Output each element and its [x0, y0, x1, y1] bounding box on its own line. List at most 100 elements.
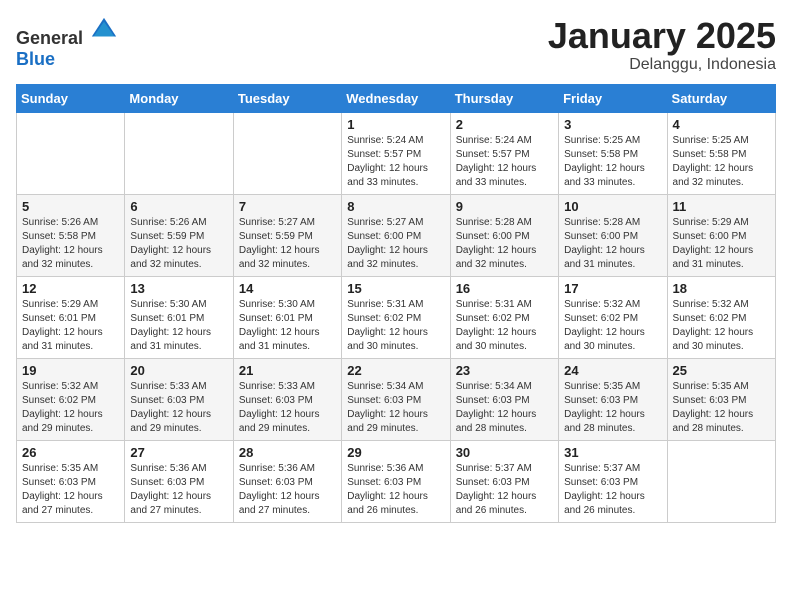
- day-info: Sunrise: 5:33 AMSunset: 6:03 PMDaylight:…: [239, 380, 336, 436]
- calendar-week-row: 26 Sunrise: 5:35 AMSunset: 6:03 PMDayligh…: [17, 440, 776, 522]
- calendar-cell: 3 Sunrise: 5:25 AMSunset: 5:58 PMDaylight…: [559, 112, 667, 194]
- day-number: 6: [130, 199, 227, 214]
- calendar-cell: 6 Sunrise: 5:26 AMSunset: 5:59 PMDaylight…: [125, 194, 233, 276]
- day-number: 8: [347, 199, 444, 214]
- day-number: 5: [22, 199, 119, 214]
- day-info: Sunrise: 5:34 AMSunset: 6:03 PMDaylight:…: [456, 380, 553, 436]
- day-number: 19: [22, 363, 119, 378]
- calendar-cell: 24Sunrise: 5:35 AMSunset: 6:03 PMDayligh…: [559, 358, 667, 440]
- day-info: Sunrise: 5:24 AMSunset: 5:57 PMDaylight:…: [347, 134, 444, 190]
- weekday-header-monday: Monday: [125, 84, 233, 112]
- day-number: 12: [22, 281, 119, 296]
- calendar-cell: [125, 112, 233, 194]
- day-info: Sunrise: 5:37 AMSunset: 6:03 PMDaylight:…: [564, 462, 661, 518]
- logo-icon: [90, 16, 118, 44]
- day-number: 1: [347, 117, 444, 132]
- calendar-cell: 13Sunrise: 5:30 AMSunset: 6:01 PMDayligh…: [125, 276, 233, 358]
- day-info: Sunrise: 5:36 AMSunset: 6:03 PMDaylight:…: [130, 462, 227, 518]
- calendar-cell: 9 Sunrise: 5:28 AMSunset: 6:00 PMDaylight…: [450, 194, 558, 276]
- day-info: Sunrise: 5:34 AMSunset: 6:03 PMDaylight:…: [347, 380, 444, 436]
- weekday-header-saturday: Saturday: [667, 84, 775, 112]
- day-info: Sunrise: 5:31 AMSunset: 6:02 PMDaylight:…: [347, 298, 444, 354]
- calendar-cell: 14Sunrise: 5:30 AMSunset: 6:01 PMDayligh…: [233, 276, 341, 358]
- day-info: Sunrise: 5:37 AMSunset: 6:03 PMDaylight:…: [456, 462, 553, 518]
- calendar-cell: 12 Sunrise: 5:29 AMSunset: 6:01 PMDayligh…: [17, 276, 125, 358]
- calendar-cell: 26 Sunrise: 5:35 AMSunset: 6:03 PMDayligh…: [17, 440, 125, 522]
- day-number: 3: [564, 117, 661, 132]
- day-number: 16: [456, 281, 553, 296]
- day-number: 17: [564, 281, 661, 296]
- weekday-header-sunday: Sunday: [17, 84, 125, 112]
- day-info: Sunrise: 5:32 AMSunset: 6:02 PMDaylight:…: [673, 298, 770, 354]
- calendar-cell: [17, 112, 125, 194]
- logo: General Blue: [16, 16, 118, 70]
- day-info: Sunrise: 5:25 AMSunset: 5:58 PMDaylight:…: [564, 134, 661, 190]
- calendar-cell: 19 Sunrise: 5:32 AMSunset: 6:02 PMDayligh…: [17, 358, 125, 440]
- day-number: 9: [456, 199, 553, 214]
- calendar-cell: 23Sunrise: 5:34 AMSunset: 6:03 PMDayligh…: [450, 358, 558, 440]
- day-info: Sunrise: 5:36 AMSunset: 6:03 PMDaylight:…: [239, 462, 336, 518]
- day-info: Sunrise: 5:32 AMSunset: 6:02 PMDaylight:…: [22, 380, 119, 436]
- calendar-cell: 17Sunrise: 5:32 AMSunset: 6:02 PMDayligh…: [559, 276, 667, 358]
- month-title: January 2025: [548, 16, 776, 56]
- day-info: Sunrise: 5:35 AMSunset: 6:03 PMDaylight:…: [564, 380, 661, 436]
- day-number: 30: [456, 445, 553, 460]
- calendar-cell: 16 Sunrise: 5:31 AMSunset: 6:02 PMDayligh…: [450, 276, 558, 358]
- day-info: Sunrise: 5:28 AMSunset: 6:00 PMDaylight:…: [564, 216, 661, 272]
- day-info: Sunrise: 5:35 AMSunset: 6:03 PMDaylight:…: [22, 462, 119, 518]
- day-number: 29: [347, 445, 444, 460]
- calendar-cell: 20Sunrise: 5:33 AMSunset: 6:03 PMDayligh…: [125, 358, 233, 440]
- weekday-header-thursday: Thursday: [450, 84, 558, 112]
- day-number: 27: [130, 445, 227, 460]
- day-number: 4: [673, 117, 770, 132]
- calendar-week-row: 1 Sunrise: 5:24 AMSunset: 5:57 PMDaylight…: [17, 112, 776, 194]
- day-number: 25: [673, 363, 770, 378]
- day-info: Sunrise: 5:28 AMSunset: 6:00 PMDaylight:…: [456, 216, 553, 272]
- logo-blue-text: Blue: [16, 49, 55, 69]
- day-info: Sunrise: 5:26 AMSunset: 5:59 PMDaylight:…: [130, 216, 227, 272]
- calendar-cell: 5 Sunrise: 5:26 AMSunset: 5:58 PMDaylight…: [17, 194, 125, 276]
- day-number: 21: [239, 363, 336, 378]
- calendar-week-row: 12 Sunrise: 5:29 AMSunset: 6:01 PMDayligh…: [17, 276, 776, 358]
- day-info: Sunrise: 5:29 AMSunset: 6:00 PMDaylight:…: [673, 216, 770, 272]
- calendar-cell: 11Sunrise: 5:29 AMSunset: 6:00 PMDayligh…: [667, 194, 775, 276]
- day-info: Sunrise: 5:29 AMSunset: 6:01 PMDaylight:…: [22, 298, 119, 354]
- day-info: Sunrise: 5:27 AMSunset: 5:59 PMDaylight:…: [239, 216, 336, 272]
- day-number: 10: [564, 199, 661, 214]
- day-number: 22: [347, 363, 444, 378]
- calendar-week-row: 19 Sunrise: 5:32 AMSunset: 6:02 PMDayligh…: [17, 358, 776, 440]
- calendar-cell: [667, 440, 775, 522]
- calendar-cell: 10 Sunrise: 5:28 AMSunset: 6:00 PMDayligh…: [559, 194, 667, 276]
- calendar-cell: 30 Sunrise: 5:37 AMSunset: 6:03 PMDayligh…: [450, 440, 558, 522]
- day-number: 28: [239, 445, 336, 460]
- page-header: General Blue January 2025 Delanggu, Indo…: [16, 16, 776, 74]
- day-info: Sunrise: 5:30 AMSunset: 6:01 PMDaylight:…: [130, 298, 227, 354]
- day-number: 18: [673, 281, 770, 296]
- calendar-cell: 28 Sunrise: 5:36 AMSunset: 6:03 PMDayligh…: [233, 440, 341, 522]
- day-info: Sunrise: 5:31 AMSunset: 6:02 PMDaylight:…: [456, 298, 553, 354]
- title-area: January 2025 Delanggu, Indonesia: [548, 16, 776, 74]
- calendar-cell: 27 Sunrise: 5:36 AMSunset: 6:03 PMDayligh…: [125, 440, 233, 522]
- calendar-cell: 1 Sunrise: 5:24 AMSunset: 5:57 PMDaylight…: [342, 112, 450, 194]
- calendar-cell: 4Sunrise: 5:25 AMSunset: 5:58 PMDaylight…: [667, 112, 775, 194]
- calendar-cell: 18 Sunrise: 5:32 AMSunset: 6:02 PMDayligh…: [667, 276, 775, 358]
- logo-wordmark: General Blue: [16, 16, 118, 70]
- calendar-table: SundayMondayTuesdayWednesdayThursdayFrid…: [16, 84, 776, 523]
- weekday-header-tuesday: Tuesday: [233, 84, 341, 112]
- day-info: Sunrise: 5:36 AMSunset: 6:03 PMDaylight:…: [347, 462, 444, 518]
- weekday-header-friday: Friday: [559, 84, 667, 112]
- calendar-cell: 8 Sunrise: 5:27 AMSunset: 6:00 PMDaylight…: [342, 194, 450, 276]
- calendar-cell: 22 Sunrise: 5:34 AMSunset: 6:03 PMDayligh…: [342, 358, 450, 440]
- logo-general-text: General: [16, 28, 83, 48]
- weekday-header-row: SundayMondayTuesdayWednesdayThursdayFrid…: [17, 84, 776, 112]
- day-number: 31: [564, 445, 661, 460]
- day-info: Sunrise: 5:26 AMSunset: 5:58 PMDaylight:…: [22, 216, 119, 272]
- day-number: 20: [130, 363, 227, 378]
- day-number: 26: [22, 445, 119, 460]
- day-info: Sunrise: 5:27 AMSunset: 6:00 PMDaylight:…: [347, 216, 444, 272]
- weekday-header-wednesday: Wednesday: [342, 84, 450, 112]
- calendar-cell: [233, 112, 341, 194]
- calendar-cell: 15Sunrise: 5:31 AMSunset: 6:02 PMDayligh…: [342, 276, 450, 358]
- day-info: Sunrise: 5:35 AMSunset: 6:03 PMDaylight:…: [673, 380, 770, 436]
- day-number: 2: [456, 117, 553, 132]
